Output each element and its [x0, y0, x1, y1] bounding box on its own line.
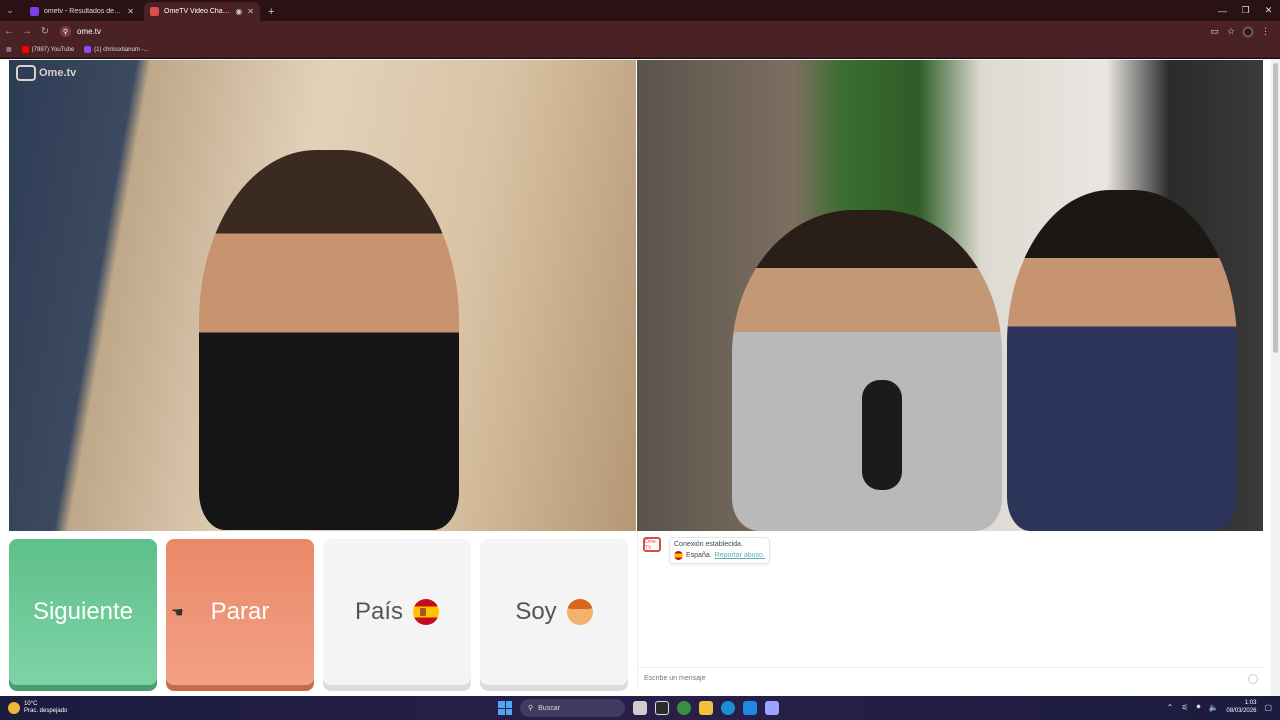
window-controls: — ❐ ✕	[1211, 0, 1280, 21]
country-button[interactable]: País	[323, 539, 471, 685]
message-input[interactable]	[644, 675, 1248, 682]
taskbar-apps: ⚲ Buscar	[498, 699, 779, 717]
ometv-logo[interactable]: Ome.tv	[16, 65, 76, 81]
spain-flag-icon	[674, 551, 683, 560]
browser-toolbar: ← → ↻ ⚲ ome.tv ▭ ☆ ⋮	[0, 21, 1280, 42]
app-icon[interactable]	[765, 701, 779, 715]
close-window-icon[interactable]: ✕	[1257, 0, 1280, 21]
country-name: España.	[686, 552, 712, 559]
self-video	[637, 60, 1263, 531]
new-tab-button[interactable]: +	[268, 2, 274, 21]
twitch-icon	[84, 46, 92, 53]
scrollbar-thumb[interactable]	[1273, 63, 1278, 353]
cast-icon[interactable]: ▭	[1210, 26, 1219, 37]
back-icon[interactable]: ←	[0, 26, 18, 37]
weather-widget[interactable]: 10°C Prac. despejado	[0, 701, 200, 715]
next-label: Siguiente	[32, 598, 134, 625]
task-view-icon[interactable]	[633, 701, 647, 715]
gender-label: Soy	[515, 598, 557, 625]
search-icon: ⚲	[528, 705, 534, 712]
site-info-icon[interactable]: ⚲	[60, 26, 71, 37]
bookmarks-bar: ▦ (7987) YouTube (1) chrissxtianum -...	[0, 42, 1280, 58]
weather-desc: Prac. despejado	[24, 708, 68, 714]
store-icon[interactable]	[743, 701, 757, 715]
volume-icon[interactable]: 🔈	[1208, 703, 1218, 712]
tab-title: ometv - Resultados de la búsq	[44, 8, 122, 15]
address-text[interactable]: ome.tv	[77, 27, 101, 36]
microphone-icon[interactable]: ⏺	[1196, 702, 1200, 712]
country-label: País	[354, 598, 404, 625]
chevron-up-icon[interactable]: ⌃	[1167, 703, 1174, 712]
close-tab-icon[interactable]: ✕	[127, 7, 134, 16]
clock-time: 1:03	[1244, 700, 1257, 706]
stop-button[interactable]: Parar	[166, 539, 314, 685]
emoji-icon[interactable]	[1248, 673, 1258, 684]
search-label: Buscar	[538, 704, 560, 712]
ometv-favicon-icon	[150, 7, 159, 16]
mute-tab-icon[interactable]: ◉	[235, 7, 242, 16]
gender-button[interactable]: Soy	[480, 539, 628, 685]
profile-avatar[interactable]	[1243, 26, 1253, 37]
windows-start-icon[interactable]	[498, 701, 512, 715]
toolbar-actions: ▭ ☆ ⋮	[1210, 26, 1280, 37]
maximize-icon[interactable]: ❐	[1234, 0, 1257, 21]
apps-grid-icon[interactable]: ▦	[6, 46, 12, 53]
tab-ometv-search[interactable]: ometv - Resultados de la búsq ✕	[24, 2, 140, 21]
edge-icon[interactable]	[721, 701, 735, 715]
chat-panel: Ome TV Conexión establecida. España. Rep…	[637, 531, 1264, 689]
microphone	[862, 380, 902, 490]
sun-icon	[8, 702, 20, 714]
page-scrollbar[interactable]	[1271, 59, 1280, 696]
clock-date: 08/03/2026	[1226, 708, 1257, 714]
ometv-page: Ome.tv Siguiente Parar País Soy ☚ Ome TV…	[0, 59, 1280, 696]
taskbar-search[interactable]: ⚲ Buscar	[520, 699, 625, 717]
stranger-person	[199, 150, 459, 530]
stop-label: Parar	[210, 598, 270, 625]
stranger-video: Ome.tv	[9, 60, 636, 531]
youtube-icon	[21, 46, 29, 53]
bookmark-label: (1) chrissxtianum -...	[94, 46, 149, 53]
reload-icon[interactable]: ↻	[36, 26, 54, 37]
logo-text: Ome.tv	[39, 67, 77, 79]
bookmark-twitch[interactable]: (1) chrissxtianum -...	[84, 46, 149, 53]
clock[interactable]: 1:03 08/03/2026	[1226, 699, 1256, 715]
bookmark-youtube[interactable]: (7987) YouTube	[21, 46, 75, 53]
notifications-icon[interactable]: ▢	[1264, 703, 1272, 712]
next-button[interactable]: Siguiente	[9, 539, 157, 685]
mouse-cursor-icon: ☚	[171, 604, 184, 620]
file-explorer-icon[interactable]	[699, 701, 713, 715]
country-row: España. Reportar abuso.	[674, 551, 765, 560]
chrome-icon[interactable]	[677, 701, 691, 715]
network-icon[interactable]: ⚟	[1181, 703, 1188, 712]
boy-emoji-icon	[566, 599, 593, 625]
spain-flag-icon	[413, 599, 440, 625]
control-buttons: Siguiente Parar País Soy	[9, 539, 628, 685]
forward-icon[interactable]: →	[18, 26, 36, 37]
close-tab-icon[interactable]: ✕	[247, 7, 254, 16]
report-abuse-link[interactable]: Reportar abuso.	[715, 552, 765, 559]
ometv-tv-icon	[16, 65, 36, 81]
weather-temp: 10°C	[24, 701, 38, 707]
address-bar[interactable]: ⚲ ome.tv	[60, 26, 1210, 37]
windows-taskbar: 10°C Prac. despejado ⚲ Buscar ⌃ ⚟ ⏺ 🔈 1:…	[0, 696, 1280, 720]
ometv-chat-icon: Ome TV	[643, 537, 661, 552]
tab-search-button[interactable]: ⌄	[0, 0, 20, 21]
self-person-right	[1007, 190, 1237, 531]
tab-strip: ⌄ ometv - Resultados de la búsq ✕ OmeTV …	[0, 0, 1280, 21]
tab-ometv-chat[interactable]: OmeTV Video Chat — Ome ◉ ✕	[144, 2, 260, 21]
system-tray: ⌃ ⚟ ⏺ 🔈 1:03 08/03/2026 ▢	[1167, 699, 1272, 715]
connection-status: Conexión establecida.	[674, 541, 743, 548]
bookmark-star-icon[interactable]: ☆	[1227, 26, 1235, 37]
message-bubble: Conexión establecida. España. Reportar a…	[669, 537, 770, 564]
bookmark-label: (7987) YouTube	[31, 46, 75, 53]
minimize-icon[interactable]: —	[1211, 0, 1234, 21]
yahoo-favicon-icon	[30, 7, 39, 16]
message-input-area	[638, 667, 1264, 689]
system-message: Ome TV Conexión establecida. España. Rep…	[643, 537, 770, 564]
tab-title: OmeTV Video Chat — Ome	[164, 8, 230, 15]
menu-icon[interactable]: ⋮	[1261, 26, 1270, 37]
github-icon[interactable]	[655, 701, 669, 715]
